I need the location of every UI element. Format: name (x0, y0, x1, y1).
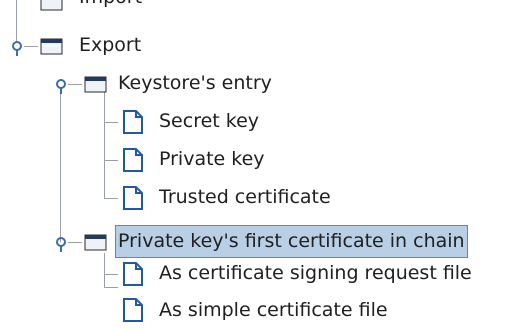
tree-node-label[interactable]: Secret key (159, 105, 259, 138)
tree-node-label[interactable]: As simple certificate file (159, 294, 388, 327)
tree-line (104, 122, 118, 123)
tree-node-label[interactable]: Keystore's entry (118, 67, 272, 100)
document-icon (123, 298, 143, 322)
folder-icon (84, 234, 107, 251)
tree-node-label-selected[interactable]: Private key's first certificate in chain (115, 225, 468, 258)
tree-line (104, 287, 118, 288)
document-icon (123, 148, 143, 172)
tree-node-label[interactable]: As certificate signing request file (159, 257, 472, 290)
tree-node-label[interactable]: Private key (159, 143, 265, 176)
tree-line (104, 92, 105, 198)
tree-line (104, 274, 118, 275)
folder-icon (84, 76, 107, 93)
document-icon (123, 110, 143, 134)
tree-line (104, 198, 118, 199)
expand-toggle-icon[interactable] (52, 77, 70, 95)
folder-icon (40, 38, 63, 55)
tree-row-import[interactable]: Import (0, 0, 515, 14)
expand-toggle-icon[interactable] (52, 235, 70, 253)
tree-line (104, 253, 105, 287)
tree-line (104, 160, 118, 161)
tree-line (68, 242, 82, 243)
tree-node-label: Import (79, 0, 142, 14)
expand-toggle-icon[interactable] (8, 39, 26, 57)
tree-line (68, 84, 82, 85)
tree-line (60, 90, 61, 242)
document-icon (123, 262, 143, 286)
document-icon (123, 186, 143, 210)
folder-icon (40, 0, 63, 11)
options-tree: Import Export Keystore's entry Secret ke… (0, 0, 515, 329)
tree-node-label[interactable]: Trusted certificate (159, 181, 331, 214)
tree-line (24, 46, 38, 47)
tree-node-label[interactable]: Export (79, 29, 141, 62)
